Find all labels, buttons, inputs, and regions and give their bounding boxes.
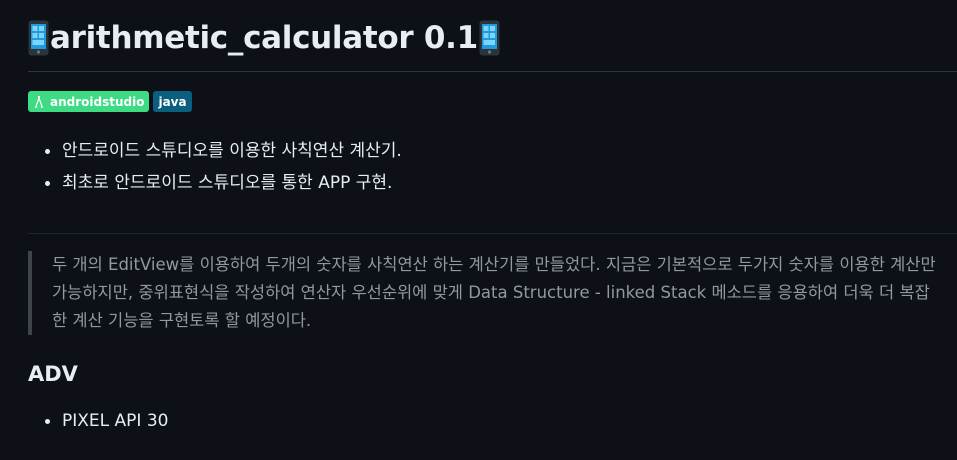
mobile-phone-icon [28, 20, 49, 56]
android-studio-icon [35, 95, 43, 108]
description-quote: 두 개의 EditView를 이용하여 두개의 숫자를 사칙연산 하는 계산기를… [28, 251, 944, 335]
mobile-phone-icon [479, 20, 500, 56]
badge-java[interactable]: java [153, 91, 192, 112]
badge-label: java [158, 94, 187, 109]
intro-list: 안드로이드 스튜디오를 이용한 사칙연산 계산기. 최초로 안드로이드 스튜디오… [28, 135, 402, 199]
title-text: arithmetic_calculator 0.1 [50, 20, 478, 56]
adv-list: PIXEL API 30 [28, 405, 168, 437]
list-item: 안드로이드 스튜디오를 이용한 사칙연산 계산기. [28, 135, 402, 167]
section-divider [28, 233, 957, 234]
quote-text: 두 개의 EditView를 이용하여 두개의 숫자를 사칙연산 하는 계산기를… [52, 255, 936, 330]
list-item: PIXEL API 30 [28, 405, 168, 437]
page-title: arithmetic_calculator 0.1 [28, 20, 500, 56]
readme-page: arithmetic_calculator 0.1 androidstudio … [0, 0, 957, 460]
title-divider [28, 71, 957, 72]
badge-label: androidstudio [50, 94, 145, 109]
adv-heading: ADV [28, 362, 78, 386]
list-item: 최초로 안드로이드 스튜디오를 통한 APP 구현. [28, 167, 402, 199]
badge-androidstudio[interactable]: androidstudio [28, 91, 150, 112]
badge-row: androidstudio java [28, 91, 192, 112]
